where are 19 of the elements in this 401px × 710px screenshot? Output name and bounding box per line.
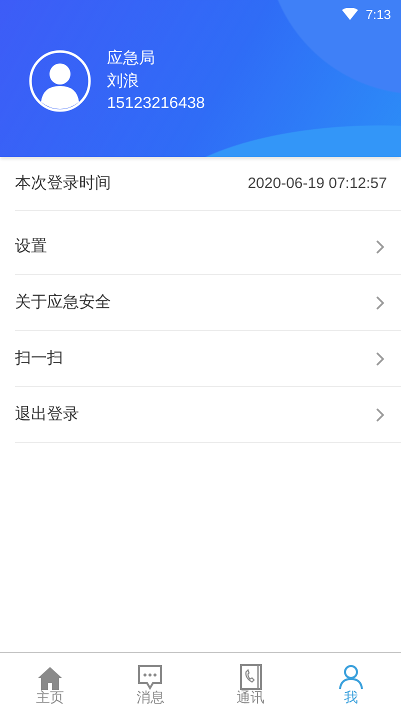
- menu-item[interactable]: 退出登录: [15, 387, 401, 443]
- menu-item[interactable]: 设置: [15, 219, 401, 275]
- chat-bubble-icon: [136, 664, 164, 690]
- login-time-value: 2020-06-19 07:12:57: [248, 175, 387, 192]
- organization-name: 应急局: [107, 47, 156, 68]
- menu-item[interactable]: 关于应急安全: [15, 275, 401, 331]
- status-time: 7:13: [366, 6, 391, 22]
- chevron-right-icon: [375, 406, 385, 422]
- chevron-right-icon: [375, 294, 385, 310]
- login-time-label: 本次登录时间: [15, 173, 111, 194]
- phone-number: 15123216438: [107, 94, 205, 114]
- person-icon: [336, 664, 365, 690]
- chevron-right-icon: [375, 238, 385, 254]
- menu-item[interactable]: 扫一扫: [15, 331, 401, 387]
- avatar-icon: [29, 50, 91, 112]
- user-name: 刘浪: [107, 70, 140, 91]
- home-icon: [36, 664, 64, 690]
- chevron-right-icon: [375, 350, 385, 366]
- wifi-icon: [342, 8, 358, 20]
